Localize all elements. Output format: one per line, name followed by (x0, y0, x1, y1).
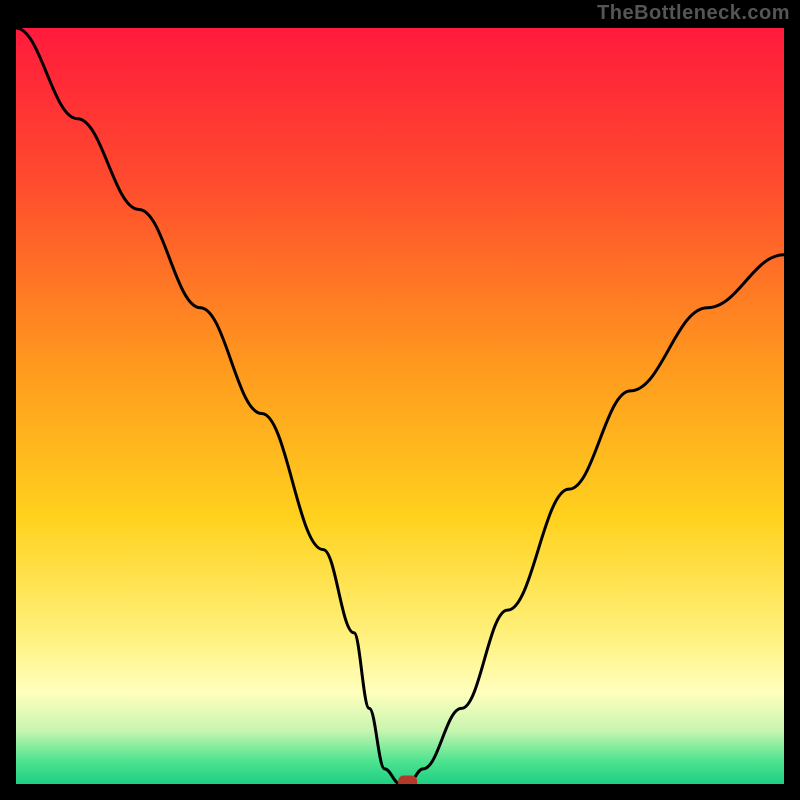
plot-area (16, 28, 784, 784)
gradient-background (16, 28, 784, 784)
chart-svg (16, 28, 784, 784)
chart-frame: TheBottleneck.com (0, 0, 800, 800)
watermark-label: TheBottleneck.com (597, 2, 790, 25)
optimal-point-marker (399, 776, 417, 784)
